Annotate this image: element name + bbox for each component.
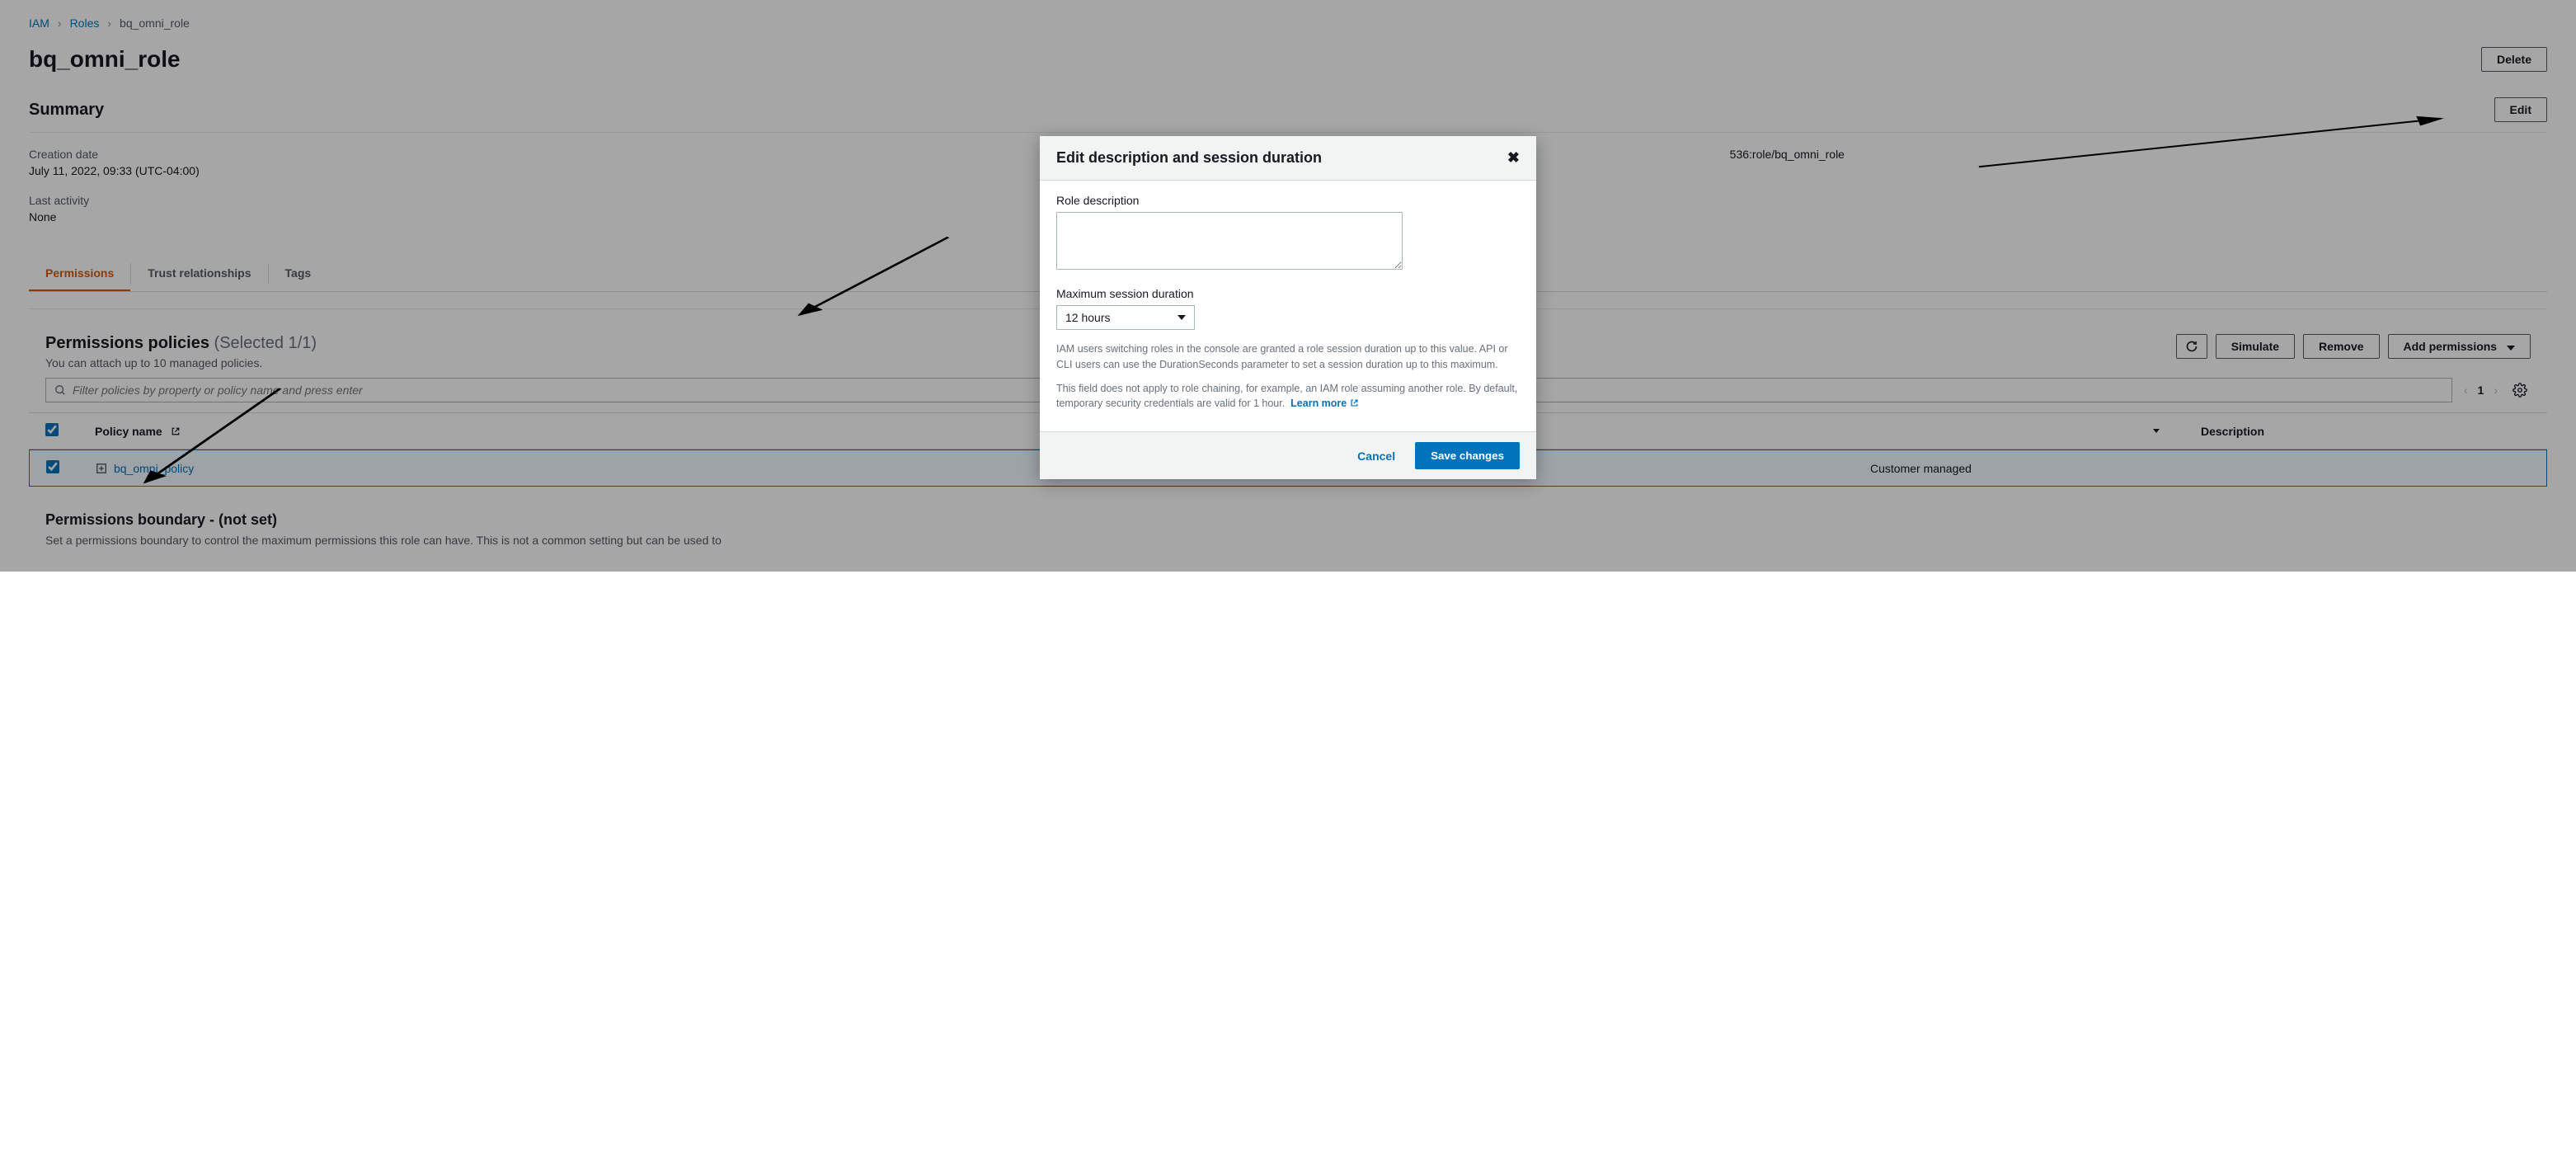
- save-changes-button[interactable]: Save changes: [1415, 442, 1520, 469]
- modal-title: Edit description and session duration: [1056, 149, 1322, 167]
- edit-session-modal: Edit description and session duration ✖ …: [1040, 136, 1536, 479]
- external-link-icon: [1350, 398, 1359, 407]
- role-description-label: Role description: [1056, 194, 1520, 207]
- role-description-input[interactable]: [1056, 212, 1403, 270]
- max-session-select[interactable]: 12 hours: [1056, 305, 1195, 330]
- close-icon[interactable]: ✖: [1507, 149, 1520, 167]
- help-text-2: This field does not apply to role chaini…: [1056, 381, 1520, 412]
- cancel-button[interactable]: Cancel: [1346, 442, 1407, 469]
- learn-more-link[interactable]: Learn more: [1290, 398, 1359, 409]
- max-session-value: 12 hours: [1065, 311, 1110, 324]
- help-text-1: IAM users switching roles in the console…: [1056, 341, 1520, 373]
- chevron-down-icon: [1178, 315, 1186, 320]
- modal-overlay: Edit description and session duration ✖ …: [0, 0, 2576, 572]
- max-session-label: Maximum session duration: [1056, 287, 1520, 300]
